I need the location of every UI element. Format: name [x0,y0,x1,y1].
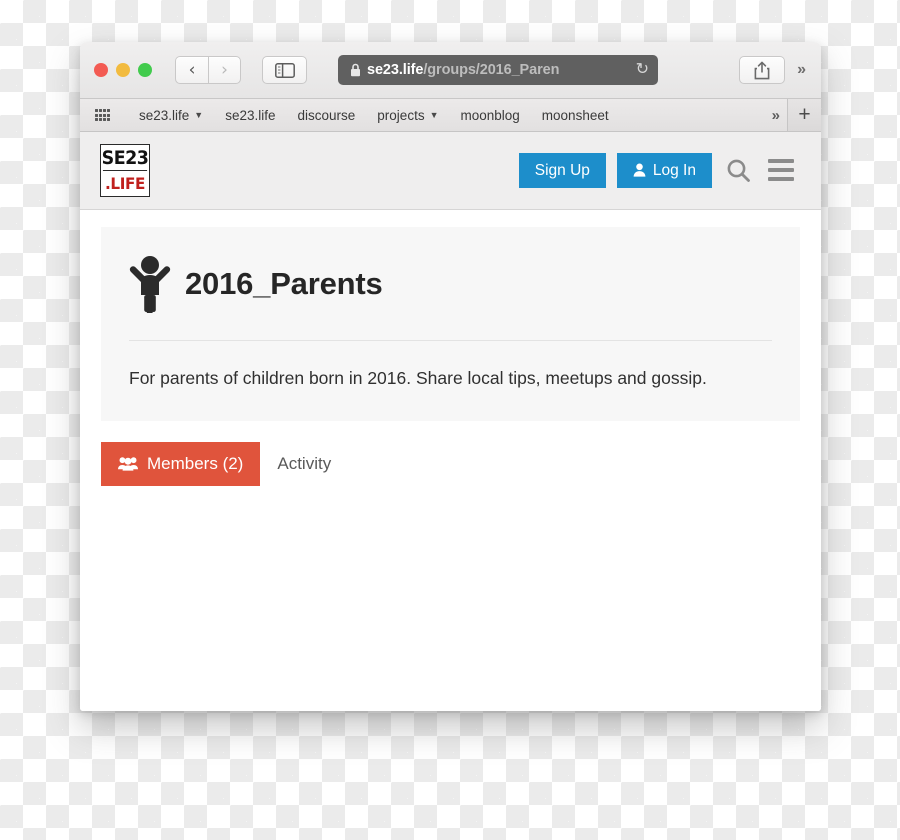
sign-up-button[interactable]: Sign Up [518,152,606,189]
bookmark-moonsheet[interactable]: moonsheet [531,99,620,131]
share-icon [754,61,770,79]
group-title-row: 2016_Parents [129,255,772,313]
search-icon [727,159,750,182]
bookmark-label: projects [377,107,425,123]
users-group-icon [118,457,138,471]
bookmarks-right-group: » + [762,99,821,131]
logo-top-text: SE23 [102,145,149,171]
tab-members[interactable]: Members (2) [101,441,261,486]
bookmark-moonblog[interactable]: moonblog [450,99,531,131]
bookmarks-bar: se23.life ▼ se23.life discourse projects… [80,99,821,132]
reload-icon[interactable]: ↻ [636,62,649,78]
user-icon [633,163,646,178]
minimize-window-button[interactable] [116,63,130,77]
chevron-left-icon: ‹ [188,59,196,80]
sidebar-icon [274,62,295,78]
header-actions: Sign Up Log In [518,152,797,189]
apps-grid-icon[interactable] [95,109,110,121]
bookmark-label: se23.life [139,107,190,123]
log-in-button[interactable]: Log In [616,152,712,189]
search-button[interactable] [723,155,754,186]
bookmark-label: discourse [297,107,356,123]
menu-button[interactable] [765,156,797,184]
forward-button[interactable]: › [208,56,241,84]
bookmark-se23-life-folder[interactable]: se23.life ▼ [128,99,214,131]
page-title: 2016_Parents [185,266,383,301]
logo-bottom-text: .LIFE [105,174,145,193]
bookmark-label: moonblog [460,107,520,123]
sidebar-toggle-button[interactable] [262,56,307,84]
hamburger-menu-icon [768,159,794,182]
toolbar-right-group: » [739,56,807,84]
url-path: /groups/2016_Paren [423,62,560,78]
panel-divider [129,340,772,341]
navigation-buttons: ‹ › [175,56,241,84]
child-figure-icon [129,256,171,313]
sign-up-label: Sign Up [534,161,590,179]
site-header: SE23 .LIFE Sign Up Log In [80,132,821,210]
close-window-button[interactable] [94,63,108,77]
browser-window: ‹ › se23.life/groups/2016_Paren ↻ » se23… [80,42,821,711]
address-bar-url: se23.life/groups/2016_Paren [367,62,630,78]
tab-activity[interactable]: Activity [260,442,348,486]
address-bar[interactable]: se23.life/groups/2016_Paren ↻ [338,55,658,85]
group-tabs: Members (2) Activity [101,441,800,486]
bookmark-label: moonsheet [541,107,609,123]
bookmark-label: se23.life [225,107,276,123]
bookmarks-overflow-button[interactable]: » [762,99,787,131]
share-button[interactable] [739,56,786,84]
page-content: 2016_Parents For parents of children bor… [80,210,821,711]
new-tab-button[interactable]: + [787,99,821,131]
window-traffic-lights [94,63,152,77]
toolbar-overflow-button[interactable]: » [797,61,807,79]
zoom-window-button[interactable] [138,63,152,77]
bookmark-se23-life[interactable]: se23.life [214,99,286,131]
tab-activity-label: Activity [277,453,332,473]
group-header-panel: 2016_Parents For parents of children bor… [101,227,800,421]
chevron-right-icon: › [221,59,228,80]
site-logo[interactable]: SE23 .LIFE [100,144,150,197]
group-description: For parents of children born in 2016. Sh… [129,368,707,388]
chevron-down-icon: ▼ [194,110,204,120]
log-in-label: Log In [652,161,696,179]
bookmark-projects-folder[interactable]: projects ▼ [366,99,449,131]
lock-icon [350,63,361,77]
chevron-down-icon: ▼ [429,110,439,120]
browser-toolbar: ‹ › se23.life/groups/2016_Paren ↻ » [80,42,821,99]
tab-members-label: Members (2) [147,453,244,473]
back-button[interactable]: ‹ [175,56,208,84]
url-host: se23.life [367,62,424,78]
bookmark-discourse[interactable]: discourse [287,99,367,131]
